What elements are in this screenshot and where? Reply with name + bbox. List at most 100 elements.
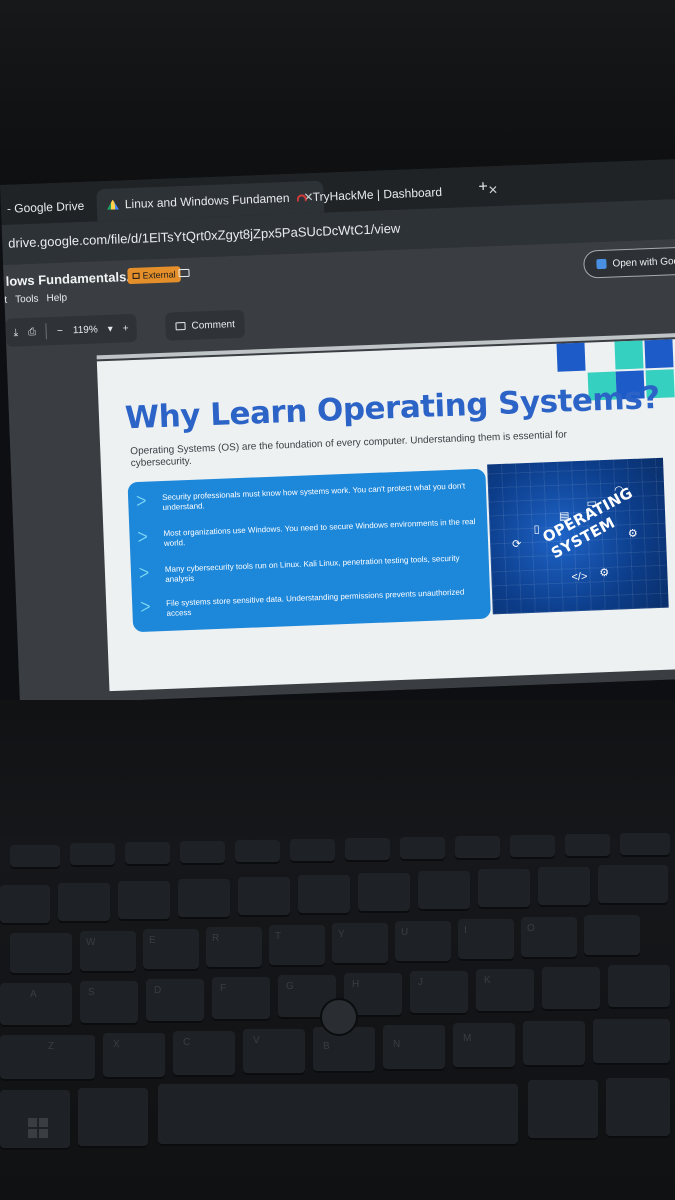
key[interactable] bbox=[298, 875, 350, 915]
badge-label: External bbox=[142, 269, 176, 281]
key-k[interactable]: K bbox=[476, 969, 534, 1013]
document-icon: ▯ bbox=[533, 523, 540, 536]
key[interactable] bbox=[70, 843, 115, 867]
key[interactable] bbox=[538, 867, 590, 907]
drive-icon bbox=[107, 199, 119, 209]
zoom-level[interactable]: 119% bbox=[73, 324, 98, 336]
tab-label: TryHackMe | Dashboard bbox=[312, 185, 443, 205]
key[interactable] bbox=[238, 877, 290, 917]
key-f[interactable]: F bbox=[212, 977, 270, 1021]
key-s[interactable]: S bbox=[80, 981, 138, 1025]
folder-icon[interactable] bbox=[178, 266, 195, 281]
docs-icon bbox=[596, 258, 607, 270]
key-y[interactable]: Y bbox=[332, 923, 388, 965]
spacebar[interactable] bbox=[158, 1084, 518, 1146]
chevron-right-icon: ᐳ bbox=[135, 492, 147, 509]
operating-system-illustration: ⟳ ▯ ▤ ▭ ◠ ⚙ </> ⚙ OPERATING SYSTEM bbox=[487, 457, 669, 615]
comment-button[interactable]: Comment bbox=[165, 309, 246, 341]
key[interactable] bbox=[523, 1021, 585, 1067]
print-icon[interactable]: ⎙ bbox=[28, 326, 36, 337]
key[interactable] bbox=[290, 839, 335, 863]
key[interactable] bbox=[78, 1088, 148, 1148]
menu-item-help[interactable]: Help bbox=[46, 293, 67, 310]
key[interactable] bbox=[565, 834, 610, 858]
key-u[interactable]: U bbox=[395, 921, 451, 963]
code-icon: </> bbox=[571, 570, 588, 584]
bullet-item: ᐳ File systems store sensitive data. Und… bbox=[139, 587, 465, 618]
gear-icon: ⚙ bbox=[627, 527, 638, 541]
trackpoint[interactable] bbox=[322, 1000, 356, 1034]
key-c[interactable]: C bbox=[173, 1031, 235, 1077]
key[interactable] bbox=[593, 1019, 670, 1065]
key-w[interactable]: W bbox=[80, 931, 136, 973]
key[interactable] bbox=[598, 865, 668, 905]
new-tab-button[interactable]: + bbox=[478, 178, 488, 196]
laptop-screen: - Google Drive ✕ Linux and Windows Funda… bbox=[0, 157, 675, 705]
bullet-item: ᐳ Most organizations use Windows. You ne… bbox=[137, 517, 476, 548]
close-icon[interactable]: ✕ bbox=[488, 183, 499, 197]
key[interactable] bbox=[0, 885, 50, 925]
key-x[interactable]: X bbox=[103, 1033, 165, 1079]
key-t[interactable]: T bbox=[269, 925, 325, 967]
key[interactable] bbox=[455, 836, 500, 860]
key-b[interactable]: B bbox=[313, 1027, 375, 1073]
open-with-label: Open with Google bbox=[612, 254, 675, 270]
key-d[interactable]: D bbox=[146, 979, 204, 1023]
menu-item-tools[interactable]: Tools bbox=[15, 294, 39, 311]
key[interactable] bbox=[608, 965, 670, 1009]
key[interactable] bbox=[125, 842, 170, 866]
divider bbox=[45, 323, 48, 340]
key[interactable] bbox=[180, 841, 225, 865]
key[interactable] bbox=[418, 871, 470, 911]
key-j[interactable]: J bbox=[410, 971, 468, 1015]
pixel-block bbox=[556, 342, 586, 372]
key-z[interactable]: Z bbox=[0, 1035, 95, 1081]
key-o[interactable]: O bbox=[521, 917, 577, 959]
key[interactable] bbox=[10, 845, 60, 869]
zoom-in-button[interactable]: + bbox=[123, 323, 129, 334]
key[interactable] bbox=[510, 835, 555, 859]
key[interactable] bbox=[10, 933, 72, 975]
key[interactable] bbox=[400, 837, 445, 861]
key-a[interactable]: A bbox=[0, 983, 72, 1027]
key[interactable] bbox=[118, 881, 170, 921]
key[interactable] bbox=[528, 1080, 598, 1140]
menu-item[interactable]: t bbox=[4, 295, 7, 311]
viewer-menu: t Tools Help bbox=[4, 293, 67, 311]
key-m[interactable]: M bbox=[453, 1023, 515, 1069]
key[interactable] bbox=[606, 1078, 670, 1138]
url-text[interactable]: drive.google.com/file/d/1ElTsYtQrt0xZgyt… bbox=[8, 221, 401, 251]
key-e[interactable]: E bbox=[143, 929, 199, 971]
key[interactable] bbox=[620, 833, 670, 857]
key[interactable] bbox=[178, 879, 230, 919]
chevron-right-icon: ᐳ bbox=[139, 598, 151, 615]
refresh-icon: ⟳ bbox=[511, 538, 522, 551]
gear-icon: ⚙ bbox=[599, 566, 610, 580]
chevron-right-icon: ᐳ bbox=[137, 528, 149, 545]
tab-label: Linux and Windows Fundamen bbox=[124, 190, 290, 212]
monitor-bezel-top bbox=[0, 0, 675, 190]
external-icon bbox=[132, 272, 140, 279]
key[interactable] bbox=[345, 838, 390, 862]
download-icon[interactable]: ⤓ bbox=[13, 327, 18, 338]
key-n[interactable]: N bbox=[383, 1025, 445, 1071]
key[interactable] bbox=[542, 967, 600, 1011]
key[interactable] bbox=[584, 915, 640, 957]
key[interactable] bbox=[235, 840, 280, 864]
key-r[interactable]: R bbox=[206, 927, 262, 969]
bullet-item: ᐳ Many cybersecurity tools run on Linux.… bbox=[138, 553, 460, 584]
tryhackme-icon bbox=[296, 193, 307, 202]
key-i[interactable]: I bbox=[458, 919, 514, 961]
open-with-google-button[interactable]: Open with Google bbox=[582, 245, 675, 279]
pdf-viewer: lows Fundamentals.pdf External Open with… bbox=[3, 237, 675, 705]
chevron-down-icon[interactable]: ▾ bbox=[108, 323, 113, 334]
key[interactable] bbox=[478, 869, 530, 909]
comment-icon bbox=[175, 321, 186, 331]
tab-label: - Google Drive bbox=[6, 198, 85, 216]
slide-heading: Why Learn Operating Systems? bbox=[124, 379, 661, 437]
key[interactable] bbox=[58, 883, 110, 923]
zoom-out-button[interactable]: − bbox=[57, 325, 63, 336]
key[interactable] bbox=[358, 873, 410, 913]
external-badge: External bbox=[127, 266, 181, 285]
key-v[interactable]: V bbox=[243, 1029, 305, 1075]
